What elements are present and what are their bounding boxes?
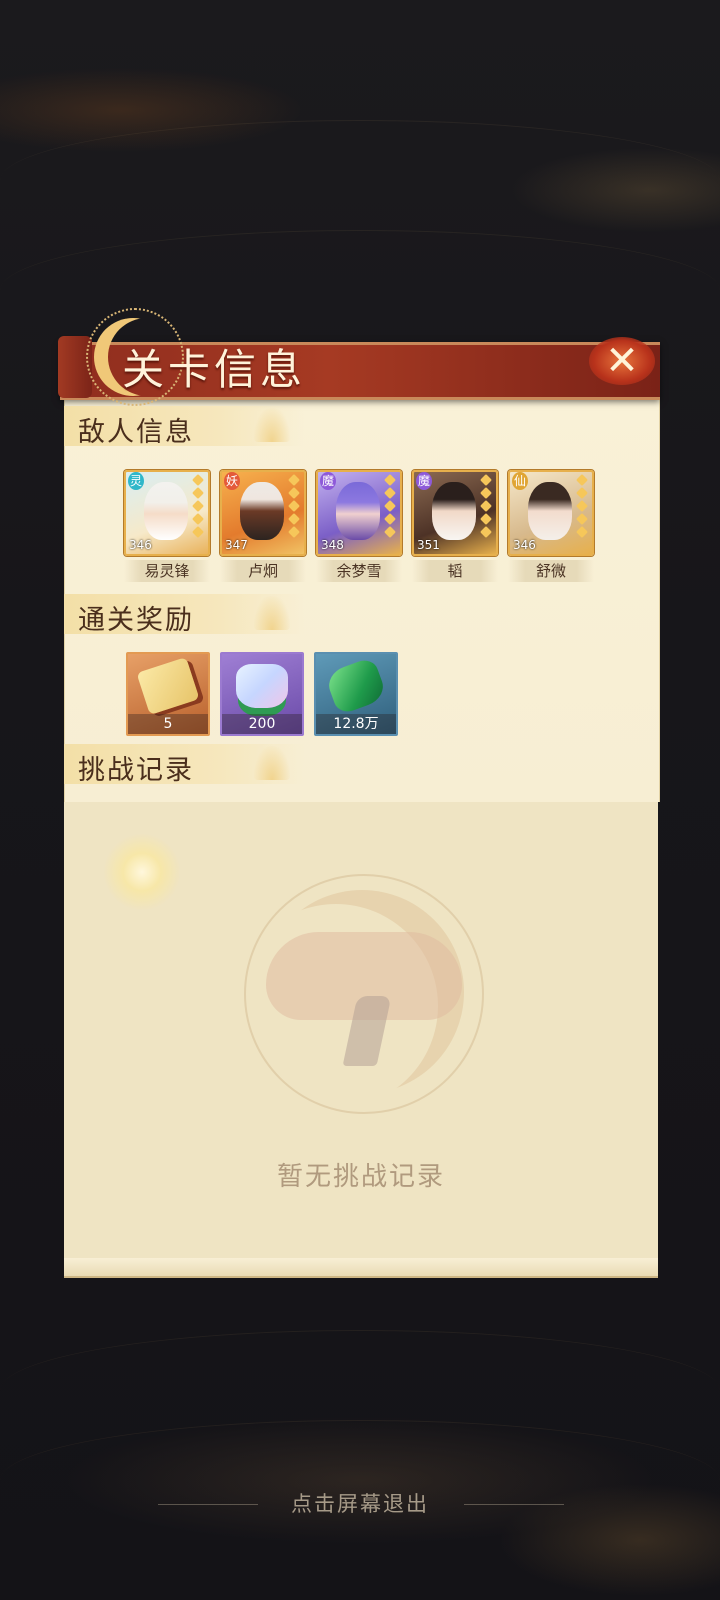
hero-name: 韬 [412,560,498,582]
enemy-hero-card[interactable]: 妖 347 卢炯 [220,470,306,582]
lotus-icon [254,746,290,780]
reward-item-jade[interactable]: 12.8万 [314,652,398,736]
dialog-title: 关卡信息 [122,345,307,394]
enemy-section-header: 敌人信息 [64,406,304,448]
close-x-icon: ✕ [605,338,639,384]
scroll-icon [136,657,200,715]
reward-count: 5 [128,714,208,734]
hero-name: 余梦雪 [316,560,402,582]
hero-level: 348 [321,538,344,552]
dialog-panel-base [64,1258,658,1278]
hero-level: 351 [417,538,440,552]
reward-item-scroll[interactable]: 5 [126,652,210,736]
lotus-icon [254,408,290,442]
enemy-section-title: 敌人信息 [78,417,194,448]
faction-badge: 妖 [224,472,240,490]
record-section-title: 挑战记录 [78,755,194,786]
enemy-hero-card[interactable]: 仙 346 舒微 [508,470,594,582]
enemy-hero-card[interactable]: 魔 351 韬 [412,470,498,582]
faction-badge: 灵 [128,472,144,490]
reward-count: 12.8万 [316,714,396,734]
star-rank-icon [480,474,494,552]
star-rank-icon [384,474,398,552]
star-rank-icon [576,474,590,552]
hero-name: 易灵锋 [124,560,210,582]
faction-badge: 仙 [512,472,528,490]
crystal-icon [236,664,288,708]
hero-name: 卢炯 [220,560,306,582]
reward-section-header: 通关奖励 [64,594,304,636]
hero-level: 346 [513,538,536,552]
glow-orb-decoration [104,834,180,910]
reward-item-crystal[interactable]: 200 [220,652,304,736]
faction-badge: 魔 [416,472,432,490]
star-rank-icon [288,474,302,552]
enemy-hero-card[interactable]: 灵 346 易灵锋 [124,470,210,582]
background-wave [0,1420,720,1541]
reward-section-title: 通关奖励 [78,605,194,636]
jade-icon [324,656,388,716]
hero-level: 347 [225,538,248,552]
hero-level: 346 [129,538,152,552]
empty-record-emblem [244,874,484,1114]
lotus-icon [254,596,290,630]
background-wave [0,120,720,241]
exit-hint[interactable]: 点击屏幕退出 [0,1488,720,1518]
close-button[interactable]: ✕ [582,326,662,396]
faction-badge: 魔 [320,472,336,490]
hero-name: 舒微 [508,560,594,582]
record-section-header: 挑战记录 [64,744,304,786]
empty-record-text: 暂无挑战记录 [276,1162,445,1192]
reward-count: 200 [222,714,302,734]
star-rank-icon [192,474,206,552]
enemy-hero-card[interactable]: 魔 348 余梦雪 [316,470,402,582]
